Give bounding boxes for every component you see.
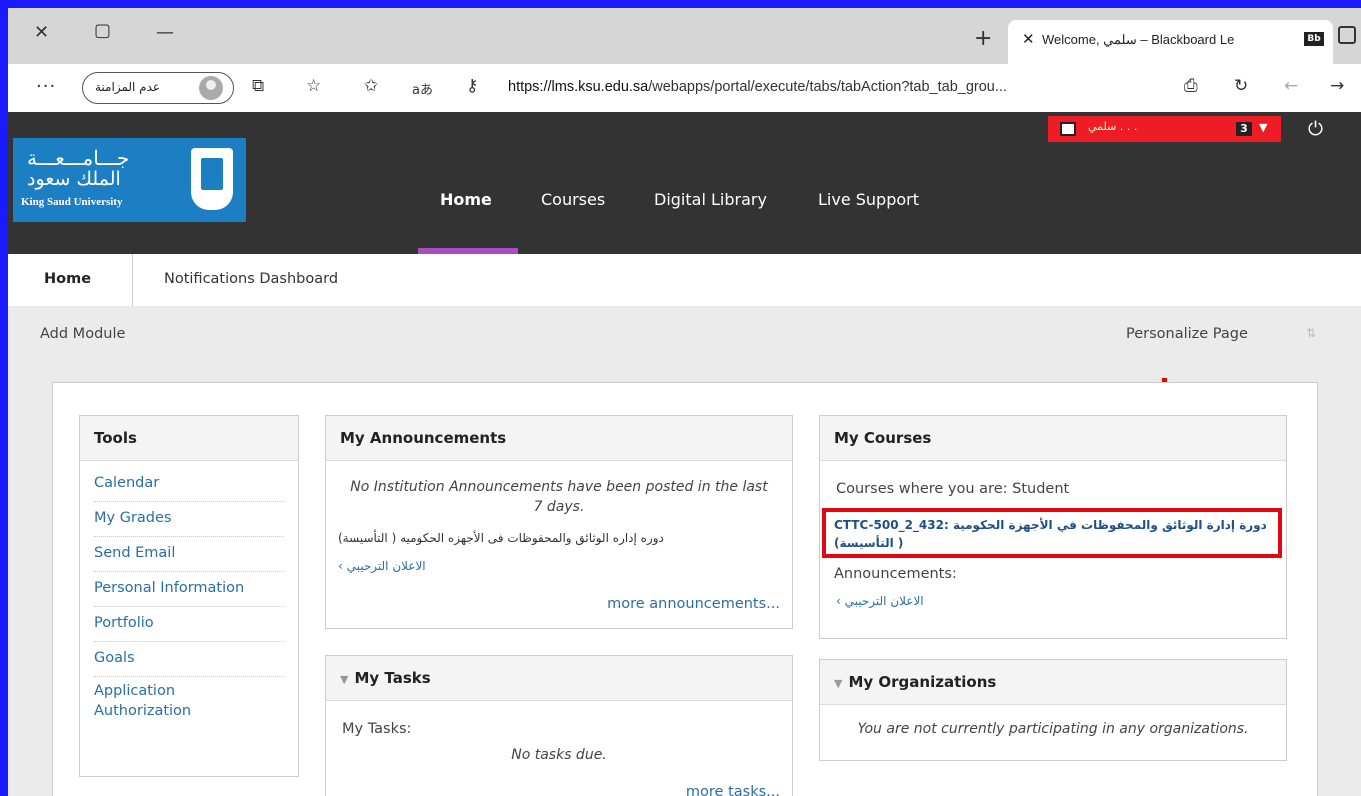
nav-live-support[interactable]: Live Support: [818, 190, 919, 209]
tasks-label: My Tasks:: [342, 721, 412, 737]
close-window-icon[interactable]: ✕: [34, 22, 49, 43]
more-tasks-link[interactable]: more tasks...: [686, 784, 780, 796]
tool-goals[interactable]: Goals: [94, 642, 284, 677]
maximize-window-icon[interactable]: ▢: [94, 20, 111, 41]
chevron-left-icon: ‹: [338, 559, 347, 573]
url-path: /webapps/portal/execute/tabs/tabAction?t…: [648, 79, 1007, 95]
tab-bar: ✕ ▢ — + ✕ Welcome, سلمي – Blackboard Le …: [8, 8, 1361, 64]
new-tab-icon[interactable]: +: [974, 26, 992, 51]
key-icon[interactable]: ⚷: [466, 76, 478, 96]
url-field[interactable]: https://lms.ksu.edu.sa/webapps/portal/ex…: [508, 79, 1007, 95]
tasks-module: ▼ My Tasks My Tasks: No tasks due. more t…: [325, 655, 793, 796]
tool-send-email[interactable]: Send Email: [94, 537, 284, 572]
add-favorite-icon[interactable]: ✩: [364, 76, 378, 96]
close-tab-icon[interactable]: ✕: [1022, 30, 1035, 48]
refresh-icon[interactable]: ↻: [1234, 76, 1248, 96]
user-menu[interactable]: سلمي . . . 3 ▼: [1048, 116, 1281, 142]
read-aloud-icon[interactable]: aあ: [412, 79, 433, 98]
tools-title: Tools: [80, 416, 298, 461]
announcement-item-label: الاعلان الترحيبي: [346, 559, 426, 573]
collections-icon[interactable]: ⧉: [252, 76, 264, 96]
url-domain: https://lms.ksu.edu.sa: [508, 79, 649, 95]
chevron-left-icon: ‹: [836, 594, 845, 608]
notification-count-badge: 3: [1236, 122, 1252, 136]
browser-window: ✕ ▢ — + ✕ Welcome, سلمي – Blackboard Le …: [8, 8, 1361, 796]
organizations-module: ▼ My Organizations You are not currently …: [819, 659, 1287, 761]
nav-digital-library[interactable]: Digital Library: [654, 190, 767, 209]
organizations-title: My Organizations: [848, 673, 997, 691]
favorites-icon[interactable]: ☆: [306, 76, 321, 96]
more-announcements-link[interactable]: more announcements...: [607, 596, 780, 612]
nav-courses[interactable]: Courses: [541, 190, 605, 209]
app-available-icon[interactable]: ⎙: [1184, 76, 1198, 96]
course-announcement-item[interactable]: ‹ الاعلان الترحيبي: [836, 594, 924, 608]
tool-personal-information[interactable]: Personal Information: [94, 572, 284, 607]
tasks-header[interactable]: ▼ My Tasks: [326, 656, 792, 701]
blackboard-favicon-icon: Bb: [1304, 32, 1324, 46]
announcements-module: My Announcements No Institution Announce…: [325, 415, 793, 629]
announcement-course-name: دوره إداره الوثائق والمحفوظات فى الأجهزه…: [338, 531, 664, 545]
tab-actions-icon[interactable]: [1338, 26, 1356, 44]
add-module-button[interactable]: Add Module: [40, 326, 125, 342]
avatar: [199, 76, 223, 100]
minimize-window-icon[interactable]: —: [156, 22, 174, 43]
announcement-item[interactable]: ‹ الاعلان الترحيبي: [338, 559, 792, 573]
module-tabs: Home Notifications Dashboard: [8, 254, 1361, 307]
announcements-title: My Announcements: [326, 416, 792, 461]
forward-icon[interactable]: →: [1330, 76, 1344, 96]
chevron-down-icon: ▼: [1259, 121, 1268, 134]
organizations-header[interactable]: ▼ My Organizations: [820, 660, 1286, 705]
logo-english: King Saud University: [21, 196, 123, 208]
logo-arabic-line1: جـــامـــعـــة: [27, 146, 130, 170]
reorder-icon[interactable]: ⇅: [1306, 326, 1316, 340]
address-bar: ··· عدم المزامنة ⧉ ☆ ✩ aあ ⚷ https://lms.…: [8, 64, 1361, 113]
personalize-page-button[interactable]: Personalize Page: [1126, 326, 1248, 342]
more-options-icon[interactable]: ···: [36, 76, 56, 97]
tasks-none: No tasks due.: [511, 747, 607, 763]
course-link[interactable]: CTTC-500_2_432: دورة إدارة الوثائق والمح…: [834, 516, 1274, 552]
collapse-triangle-icon[interactable]: ▼: [340, 673, 348, 686]
courses-title: My Courses: [820, 416, 1286, 461]
logo-arabic-line2: الملك سعود: [27, 168, 121, 190]
page-content: Add Module Personalize Page ⇅ Tools Cale…: [8, 306, 1361, 796]
tab-notifications-dashboard[interactable]: Notifications Dashboard: [164, 271, 338, 287]
university-seal-icon: [191, 148, 233, 210]
course-announcement-label: الاعلان الترحيبي: [844, 594, 924, 608]
organizations-none: You are not currently participating in a…: [857, 721, 1249, 737]
ksu-logo[interactable]: جـــامـــعـــة الملك سعود King Saud Univ…: [13, 138, 246, 222]
tool-application-authorization[interactable]: Application Authorization: [94, 677, 224, 731]
announcements-none-text: No Institution Announcements have been p…: [350, 479, 768, 515]
modules-panel: Tools Calendar My Grades Send Email Pers…: [52, 382, 1318, 796]
tools-list: Calendar My Grades Send Email Personal I…: [80, 461, 298, 731]
tab-home[interactable]: Home: [44, 271, 91, 287]
courses-module: My Courses Courses where you are: Studen…: [819, 415, 1287, 639]
profile-label: عدم المزامنة: [95, 80, 161, 94]
tab-divider: [132, 254, 133, 306]
logout-power-icon[interactable]: ⏻: [1308, 118, 1323, 140]
tab-title: Welcome, سلمي – Blackboard Le: [1042, 32, 1235, 47]
tool-my-grades[interactable]: My Grades: [94, 502, 284, 537]
back-icon[interactable]: ←: [1284, 76, 1298, 96]
active-tab[interactable]: ✕ Welcome, سلمي – Blackboard Le Bb: [1008, 20, 1333, 64]
courses-role-text: Courses where you are: Student: [836, 481, 1070, 497]
nav-home[interactable]: Home: [440, 190, 492, 209]
course-announcements-label: Announcements:: [834, 566, 957, 582]
tool-calendar[interactable]: Calendar: [94, 467, 284, 502]
tool-portfolio[interactable]: Portfolio: [94, 607, 284, 642]
collapse-triangle-icon[interactable]: ▼: [834, 677, 842, 690]
site-header: جـــامـــعـــة الملك سعود King Saud Univ…: [8, 112, 1361, 254]
user-name: سلمي . . .: [1088, 120, 1138, 133]
tasks-title: My Tasks: [354, 669, 431, 687]
tools-module: Tools Calendar My Grades Send Email Pers…: [79, 415, 299, 777]
profile-button[interactable]: عدم المزامنة: [82, 72, 234, 104]
user-avatar-icon: [1060, 122, 1076, 136]
